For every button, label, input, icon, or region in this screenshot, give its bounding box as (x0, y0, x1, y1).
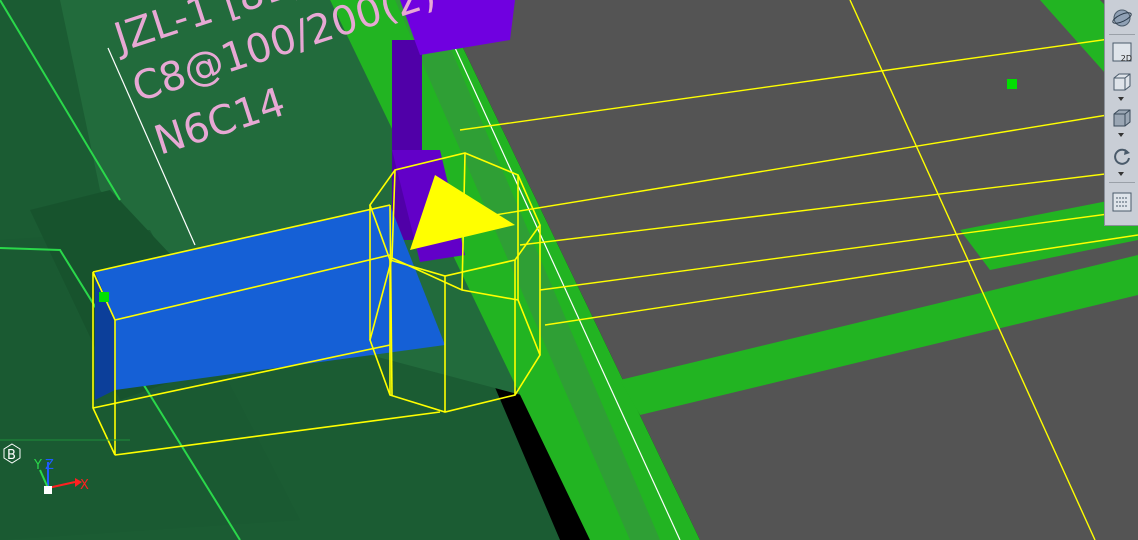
shaded-cube-icon (1113, 109, 1131, 127)
grip-point[interactable] (1007, 79, 1017, 89)
cube-view-icon (1113, 73, 1131, 91)
ucs-y-label: Y (33, 458, 42, 473)
model-scene[interactable]: JZL-1 [81] C8@100/200(2) 4C N6C14 B X Y … (0, 0, 1138, 540)
view-toolbar: 2D (1104, 0, 1138, 226)
ucs-z-label: Z (45, 458, 54, 473)
viewport-3d[interactable]: JZL-1 [81] C8@100/200(2) 4C N6C14 B X Y … (0, 0, 1138, 540)
layer-panel-icon (1112, 192, 1132, 212)
chevron-down-icon[interactable] (1118, 133, 1124, 137)
ucs-badge-label: B (7, 448, 16, 463)
rotate-icon (1114, 148, 1130, 165)
ucs-origin (44, 486, 52, 494)
view-2d-button[interactable]: 2D (1110, 40, 1134, 64)
ucs-x-label: X (80, 478, 89, 493)
view-3d-button[interactable] (1110, 70, 1134, 94)
layers-button[interactable] (1110, 190, 1134, 214)
shade-mode-button[interactable] (1110, 106, 1134, 130)
toolbar-separator (1109, 182, 1135, 183)
orbit-button[interactable] (1110, 6, 1134, 30)
view-2d-label: 2D (1120, 54, 1132, 63)
toolbar-separator (1109, 34, 1135, 35)
orbit-icon (1112, 9, 1132, 27)
rotate-button[interactable] (1110, 144, 1134, 168)
chevron-down-icon[interactable] (1118, 172, 1124, 176)
grip-point[interactable] (99, 292, 109, 302)
chevron-down-icon[interactable] (1118, 97, 1124, 101)
